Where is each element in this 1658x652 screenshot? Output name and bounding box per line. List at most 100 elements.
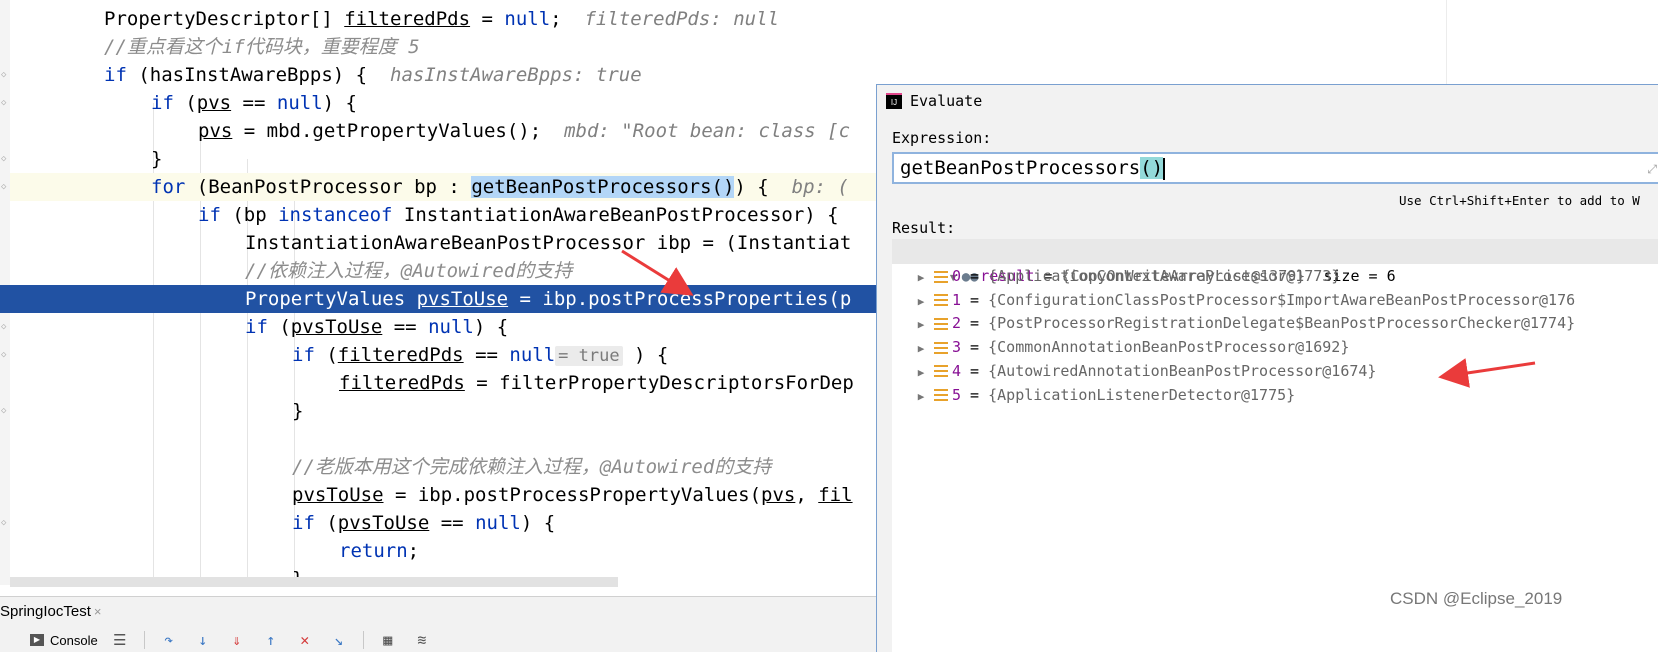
code-comment: //老版本用这个完成依赖注入过程，@Autowired的支持 xyxy=(292,456,772,478)
code-line[interactable]: //依赖注入过程，@Autowired的支持 xyxy=(10,257,876,285)
force-step-into-icon[interactable]: ⇓ xyxy=(227,630,247,650)
list-item-icon xyxy=(934,365,948,378)
step-over-icon[interactable]: ↷ xyxy=(159,630,179,650)
code-line[interactable]: } xyxy=(10,145,876,173)
code-line[interactable]: if (pvsToUse == null) { xyxy=(10,313,876,341)
code-token: pvsToUse xyxy=(416,288,509,310)
code-token: ) { xyxy=(322,92,357,114)
result-child-row[interactable]: ▶ 4 = {AutowiredAnnotationBeanPostProcess… xyxy=(892,359,1658,384)
code-line-text: PropertyDescriptor[] filteredPds = null;… xyxy=(104,5,779,33)
debug-tool-window: SpringIocTest × ▶ Console ☰ ↷ ↓ ⇓ ↑ ✕ ↘ ▦ ≋ xyxy=(0,596,876,652)
code-token: (bp xyxy=(220,204,279,226)
expression-field[interactable]: getBeanPostProcessors() ⤢ xyxy=(892,152,1658,184)
code-line[interactable]: return; xyxy=(10,537,876,565)
code-token: ) { xyxy=(622,344,669,366)
code-line[interactable]: if (filteredPds == null = true ) { xyxy=(10,341,876,369)
code-token: == xyxy=(382,316,429,338)
code-line[interactable]: InstantiationAwareBeanPostProcessor ibp … xyxy=(10,229,876,257)
toolbar-separator xyxy=(362,631,364,649)
result-label: Result: xyxy=(892,219,956,237)
expand-arrow-icon[interactable]: ▶ xyxy=(914,265,928,290)
code-token: filteredPds xyxy=(337,344,464,366)
dialog-title: Evaluate xyxy=(910,92,983,110)
code-token: ( xyxy=(173,92,197,114)
equals-sign: = xyxy=(961,314,989,333)
expand-arrow-icon[interactable]: ▶ xyxy=(914,384,928,409)
step-out-icon[interactable]: ↑ xyxy=(261,630,281,650)
run-config-tab-label: SpringIocTest xyxy=(0,603,91,620)
code-line[interactable]: pvs = mbd.getPropertyValues(); mbd: "Roo… xyxy=(10,117,876,145)
code-line-text: pvs = mbd.getPropertyValues(); mbd: "Roo… xyxy=(198,117,850,145)
code-editor[interactable]: PropertyDescriptor[] filteredPds = null;… xyxy=(10,0,876,585)
run-to-cursor-icon[interactable]: ↘ xyxy=(329,630,349,650)
code-token: pvsToUse xyxy=(292,484,384,506)
code-line[interactable]: filteredPds = filterPropertyDescriptorsF… xyxy=(10,369,876,397)
close-icon[interactable]: × xyxy=(94,604,102,619)
expand-icon[interactable]: ⤢ xyxy=(1647,162,1657,177)
code-line[interactable] xyxy=(10,425,876,453)
result-root-row[interactable]: ▼ ●● result = {CopyOnWriteArrayList@1379} … xyxy=(892,239,1658,285)
expand-arrow-icon[interactable]: ▶ xyxy=(914,289,928,314)
fold-marker-icon[interactable]: ◇ xyxy=(1,323,9,332)
run-config-tab[interactable]: SpringIocTest × xyxy=(0,601,101,623)
expression-input[interactable]: getBeanPostProcessors() xyxy=(900,154,1166,182)
step-into-icon[interactable]: ↓ xyxy=(193,630,213,650)
result-child-row[interactable]: ▶ 3 = {CommonAnnotationBeanPostProcessor@… xyxy=(892,335,1658,360)
code-comment: //重点看这个if代码块，重要程度 5 xyxy=(104,36,420,58)
code-line-text: for (BeanPostProcessor bp : getBeanPostP… xyxy=(151,173,849,201)
trace-icon[interactable]: ≋ xyxy=(412,630,432,650)
fold-marker-icon[interactable]: ◇ xyxy=(1,71,9,80)
drop-frame-icon[interactable]: ✕ xyxy=(295,630,315,650)
code-line-text: filteredPds = filterPropertyDescriptorsF… xyxy=(339,369,854,397)
code-line[interactable]: for (BeanPostProcessor bp : getBeanPostP… xyxy=(10,173,876,201)
editor-gutter[interactable]: ◇ ◇ ◇ ◇ ◇ ◇ ◇ ◇ xyxy=(0,0,10,585)
dialog-title-bar[interactable]: IJ Evaluate xyxy=(877,85,1658,117)
expand-arrow-icon[interactable]: ▶ xyxy=(914,312,928,337)
code-line[interactable]: if (pvs == null) { xyxy=(10,89,876,117)
watermark: CSDN @Eclipse_2019 xyxy=(1390,589,1563,608)
code-line-text: //依赖注入过程，@Autowired的支持 xyxy=(245,257,572,285)
code-token: for xyxy=(151,176,186,198)
code-line[interactable]: PropertyDescriptor[] filteredPds = null;… xyxy=(10,5,876,33)
code-token: if xyxy=(292,512,315,534)
code-line-current-execution[interactable]: PropertyValues pvsToUse = ibp.postProces… xyxy=(10,285,876,313)
console-tab[interactable]: ▶ Console xyxy=(30,633,98,648)
text-caret xyxy=(1163,157,1166,180)
code-line[interactable]: } xyxy=(10,397,876,425)
code-line[interactable]: //老版本用这个完成依赖注入过程，@Autowired的支持 xyxy=(10,453,876,481)
shortcut-hint: Use Ctrl+Shift+Enter to add to W xyxy=(1399,193,1640,208)
fold-marker-icon[interactable]: ◇ xyxy=(1,519,9,528)
fold-marker-icon[interactable]: ◇ xyxy=(1,183,9,192)
expand-arrow-icon[interactable]: ▶ xyxy=(914,336,928,361)
code-token: null xyxy=(504,8,551,30)
result-child-row[interactable]: ▶ 2 = {PostProcessorRegistrationDelegate$… xyxy=(892,311,1658,336)
fold-marker-icon[interactable]: ◇ xyxy=(1,99,9,108)
code-token: pvs xyxy=(198,120,233,142)
code-line-text: PropertyValues pvsToUse = ibp.postProces… xyxy=(245,285,851,313)
child-value: {ApplicationContextAwareProcessor@1773} xyxy=(988,267,1341,285)
code-line[interactable]: if (pvsToUse == null) { xyxy=(10,509,876,537)
code-line[interactable]: if (hasInstAwareBpps) { hasInstAwareBpps… xyxy=(10,61,876,89)
code-token: = mbd.getPropertyValues(); xyxy=(232,120,565,142)
code-token: == xyxy=(231,92,277,114)
code-token: getBeanPostProcessors() xyxy=(471,176,735,198)
result-child-row[interactable]: ▶ 0 = {ApplicationContextAwareProcessor@1… xyxy=(892,264,1658,289)
fold-marker-icon[interactable]: ◇ xyxy=(1,155,9,164)
horizontal-scrollbar[interactable] xyxy=(10,577,618,587)
debug-toolbar: ▶ Console ☰ ↷ ↓ ⇓ ↑ ✕ ↘ ▦ ≋ xyxy=(30,629,446,651)
fold-marker-icon[interactable]: ◇ xyxy=(1,351,9,360)
evaluate-icon[interactable]: ▦ xyxy=(378,630,398,650)
fold-marker-icon[interactable]: ◇ xyxy=(1,407,9,416)
code-line[interactable]: pvsToUse = ibp.postProcessPropertyValues… xyxy=(10,481,876,509)
result-child-row[interactable]: ▶ 1 = {ConfigurationClassPostProcessor$Im… xyxy=(892,288,1658,313)
code-line-text: } xyxy=(292,397,303,425)
code-line[interactable]: if (bp instanceof InstantiationAwareBean… xyxy=(10,201,876,229)
expand-arrow-icon[interactable]: ▶ xyxy=(914,360,928,385)
child-value: {PostProcessorRegistrationDelegate$BeanP… xyxy=(988,314,1576,333)
child-index: 1 xyxy=(952,290,962,309)
menu-icon[interactable]: ☰ xyxy=(110,630,130,650)
code-token: } xyxy=(151,148,163,170)
result-child-row[interactable]: ▶ 5 = {ApplicationListenerDetector@1775} xyxy=(892,383,1658,408)
code-token: fil xyxy=(818,484,853,506)
code-line[interactable]: //重点看这个if代码块，重要程度 5 xyxy=(10,33,876,61)
